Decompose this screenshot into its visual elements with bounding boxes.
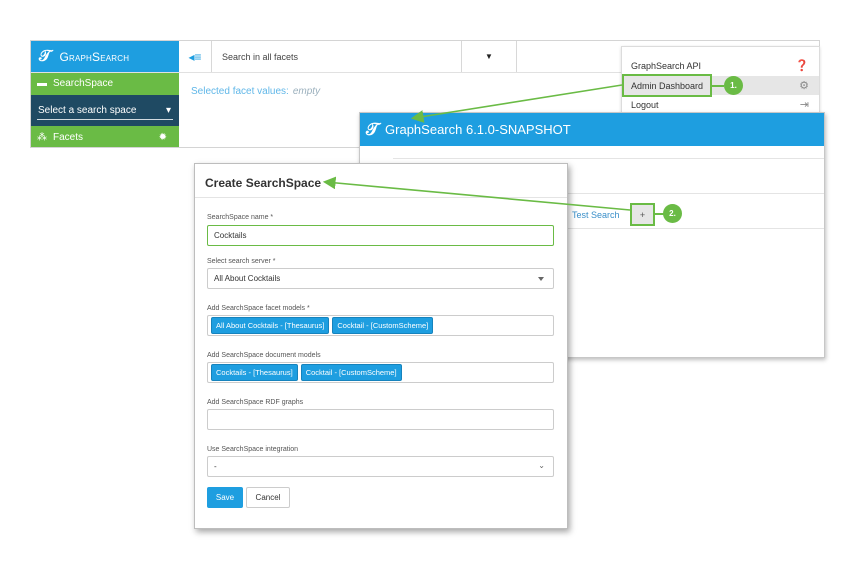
sidebar-item-label: Facets [53,132,84,143]
document-model-tag[interactable]: Cocktail - [CustomScheme] [300,364,402,381]
select-underline [37,119,173,120]
brand-bar: 𝒯 GraphSearch [31,41,179,72]
question-circle-icon: ❓ [795,60,809,72]
gear-icon[interactable]: ✹ [159,132,167,143]
cancel-button[interactable]: Cancel [246,487,290,508]
admin-header: 𝒯 GraphSearch 6.1.0-SNAPSHOT [360,113,824,146]
searchspace-name-input[interactable]: Cocktails [207,225,554,246]
sidebar-item-searchspace[interactable]: ▬ SearchSpace [31,72,179,100]
folder-icon: ▬ [37,78,47,89]
selected-facet-values: Selected facet values: empty [191,86,320,97]
step-badge-1: 1. [724,76,743,95]
rdf-graphs-label: Add SearchSpace RDF graphs [207,399,304,406]
caret-down-icon: ▾ [165,105,171,116]
sidebar-item-facets[interactable]: ⁂ Facets ✹ [31,126,179,147]
share-icon: ⁂ [37,132,47,143]
test-search-link[interactable]: Test Search [572,210,620,220]
integration-value: - [214,462,217,471]
facet-model-tag[interactable]: All About Cocktails - [Thesaurus] [211,317,330,334]
step-1-connector [712,85,724,87]
search-scope-dropdown[interactable]: ▼ [462,41,517,72]
search-server-select[interactable]: All About Cocktails [207,268,554,289]
search-input[interactable]: Search in all facets [212,41,462,72]
facet-model-tag[interactable]: Cocktail - [CustomScheme] [332,317,434,334]
integration-label: Use SearchSpace integration [207,446,299,453]
step-badge-2: 2. [663,204,682,223]
caret-down-icon: ▼ [485,52,493,61]
brand-name: GraphSearch [59,49,130,64]
searchspace-select-value: Select a search space [38,105,137,116]
facet-models-input[interactable]: All About Cocktails - [Thesaurus] Cockta… [207,315,554,336]
chevron-down-icon: ⌄ [538,461,545,470]
sidebar-item-label: SearchSpace [53,78,114,89]
integration-select[interactable]: - ⌄ [207,456,554,477]
facet-values-label: Selected facet values: [191,86,289,97]
create-searchspace-dialog: Create SearchSpace SearchSpace name * Co… [194,163,568,529]
searchspace-select[interactable]: Select a search space ▾ [31,95,179,126]
dialog-divider [195,197,567,198]
admin-dashboard-highlight [622,74,712,97]
facet-values-empty: empty [292,86,321,97]
graphsearch-logo-icon: 𝒯 [366,119,380,139]
document-model-tag[interactable]: Cocktails - [Thesaurus] [211,364,298,381]
add-searchspace-button[interactable]: + [630,203,655,226]
caret-down-icon [538,277,544,281]
rdf-graphs-input[interactable] [207,409,554,430]
gear-icon: ⚙ [799,80,809,92]
save-button[interactable]: Save [207,487,243,508]
logout-icon: ⇥ [799,99,809,111]
server-label: Select search server * [207,258,276,265]
menu-item-label: Logout [631,99,659,110]
document-models-input[interactable]: Cocktails - [Thesaurus] Cocktail - [Cust… [207,362,554,383]
menu-item-label: GraphSearch API [631,60,702,71]
menu-item-graphsearch-api[interactable]: GraphSearch API ❓ [622,56,819,75]
menu-collapse-icon: ◂≡ [188,49,202,64]
document-models-label: Add SearchSpace document models [207,352,321,359]
name-label: SearchSpace name * [207,214,274,221]
row-divider [393,158,824,159]
graphsearch-logo-icon: 𝒯 [39,47,52,65]
search-server-value: All About Cocktails [214,274,281,283]
facet-models-label: Add SearchSpace facet models * [207,305,310,312]
admin-title: GraphSearch 6.1.0-SNAPSHOT [385,122,571,137]
dialog-title: Create SearchSpace [205,176,322,190]
sidebar-toggle-button[interactable]: ◂≡ [179,41,212,72]
